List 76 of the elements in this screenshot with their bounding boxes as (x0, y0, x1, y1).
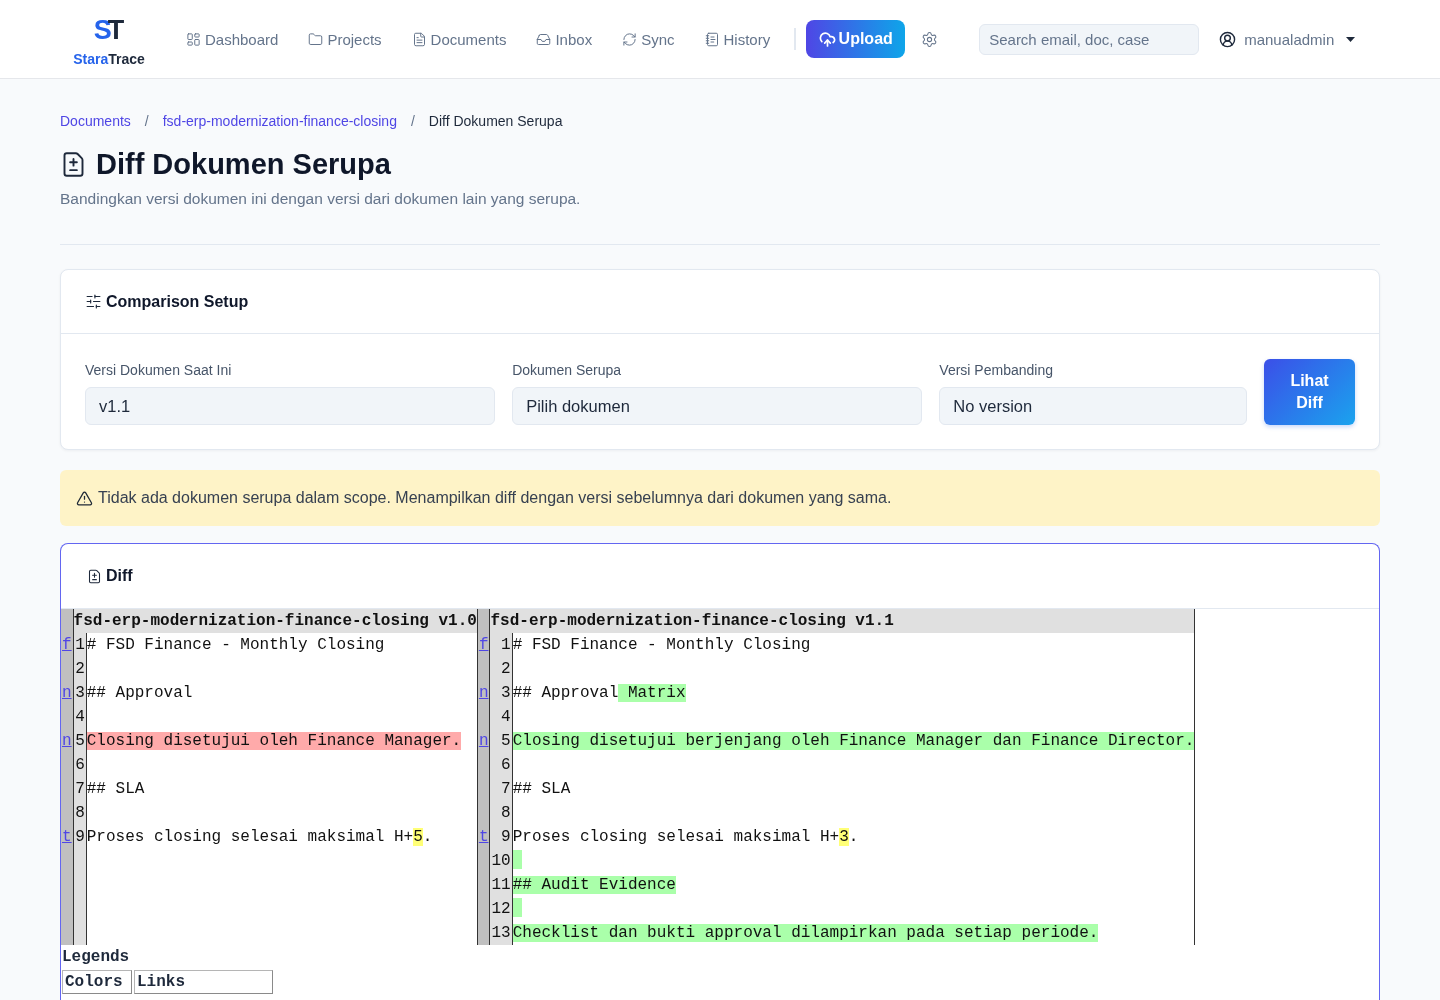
line-number: 13 (489, 921, 512, 945)
line-number: 1 (489, 633, 512, 657)
line-number: 9 (489, 825, 512, 849)
breadcrumb-separator: / (410, 112, 415, 130)
breadcrumb-current: Diff Dokumen Serupa (428, 112, 563, 130)
deleted-text: Closing disetujui oleh Finance Manager. (86, 732, 462, 750)
changed-text: 5 (413, 828, 423, 846)
line-number: 4 (489, 705, 512, 729)
caret-down-icon (1346, 36, 1356, 42)
page-subtitle: Bandingkan versi dokumen ini dengan versi dari dokumen lain yang serupa. (60, 189, 582, 209)
breadcrumb-link[interactable]: Documents (60, 112, 131, 130)
brand-name: StaraTrace (73, 51, 145, 67)
user-icon (1219, 30, 1237, 48)
cloud-upload-icon (818, 30, 836, 48)
diff-text: ## SLA (86, 780, 145, 798)
field-label: Dokumen Serupa (512, 361, 623, 379)
line-number: 5 (489, 729, 512, 753)
breadcrumb-separator: / (144, 112, 149, 130)
file-version-title: fsd-erp-modernization-finance-closing v1.0 (72, 609, 477, 633)
field-label: Versi Pembanding (939, 361, 1054, 379)
nav-link[interactable]: Projects (308, 30, 382, 48)
sync-icon (622, 31, 638, 47)
nav-link[interactable]: Sync (622, 30, 675, 48)
line-number: 7 (489, 777, 512, 801)
changed-text: 3 (839, 828, 849, 846)
line-number: 3 (489, 681, 512, 705)
added-text: Checklist dan bukti approval dilampirkan pada setiap periode. (512, 924, 1099, 942)
diff-text: ## SLA (512, 780, 571, 798)
sliders-icon (85, 293, 102, 310)
legend-heading: Colors (62, 970, 132, 994)
legend-heading: Links (134, 970, 273, 994)
diff-text: Proses closing selesai maksimal H+ (86, 828, 414, 846)
nav-link[interactable]: History (704, 30, 771, 48)
card-title: Comparison Setup (106, 292, 249, 311)
diff-text: . (422, 828, 433, 846)
diff-text: Proses closing selesai maksimal H+ (512, 828, 840, 846)
logo-monogram: ST (93, 17, 122, 43)
line-number: 2 (489, 657, 512, 681)
upload-button[interactable]: Upload (806, 20, 906, 58)
line-number: 11 (489, 873, 512, 897)
line-number: 10 (489, 849, 512, 873)
document-select[interactable]: Pilih dokumen (512, 387, 923, 425)
line-number: 6 (489, 753, 512, 777)
page-title: Diff Dokumen Serupa (96, 147, 391, 181)
user-menu[interactable]: manualadmin (1219, 30, 1356, 48)
diff-text: # FSD Finance - Monthly Closing (512, 636, 811, 654)
added-text: Closing disetujui berjenjang oleh Finance Manager dan Finance Director. (512, 732, 1195, 750)
inbox-icon (536, 31, 552, 47)
diff-text: . (848, 828, 859, 846)
added-text: ## Audit Evidence (512, 876, 676, 894)
compare-version-select[interactable]: No version (939, 387, 1247, 425)
breadcrumb-link[interactable]: fsd-erp-modernization-finance-closing (162, 112, 397, 130)
version-select[interactable]: v1.1 (85, 387, 496, 425)
warning-icon (76, 489, 93, 507)
document-icon (411, 31, 427, 47)
file-diff-icon (87, 568, 102, 584)
card-title: Diff (106, 567, 133, 585)
nav-link[interactable]: Inbox (536, 30, 593, 48)
layout-icon (186, 31, 201, 47)
diff-text: ## Approval (512, 684, 619, 702)
file-version-title: fsd-erp-modernization-finance-closing v1.1 (489, 609, 1196, 633)
diff-text: ## Approval (86, 684, 193, 702)
settings-icon[interactable] (921, 30, 939, 48)
folder-icon (308, 31, 324, 47)
legend-title: Legends (61, 947, 131, 968)
line-number: 8 (489, 801, 512, 825)
added-text: Matrix (618, 684, 686, 702)
nav-link[interactable]: Documents (411, 30, 507, 48)
nav-link[interactable]: Dashboard (186, 30, 279, 48)
alert-message: Tidak ada dokumen serupa dalam scope. Menampilkan diff dengan versi sebelumnya dari dokumen yang sama. (98, 489, 892, 507)
field-label: Versi Dokumen Saat Ini (85, 361, 233, 379)
notebook-icon (704, 31, 720, 47)
search-field[interactable]: Search email, doc, case (979, 23, 1200, 55)
view-diff-button[interactable]: Lihat Diff (1264, 359, 1355, 425)
line-number: 12 (489, 897, 512, 921)
diff-text: # FSD Finance - Monthly Closing (86, 636, 385, 654)
